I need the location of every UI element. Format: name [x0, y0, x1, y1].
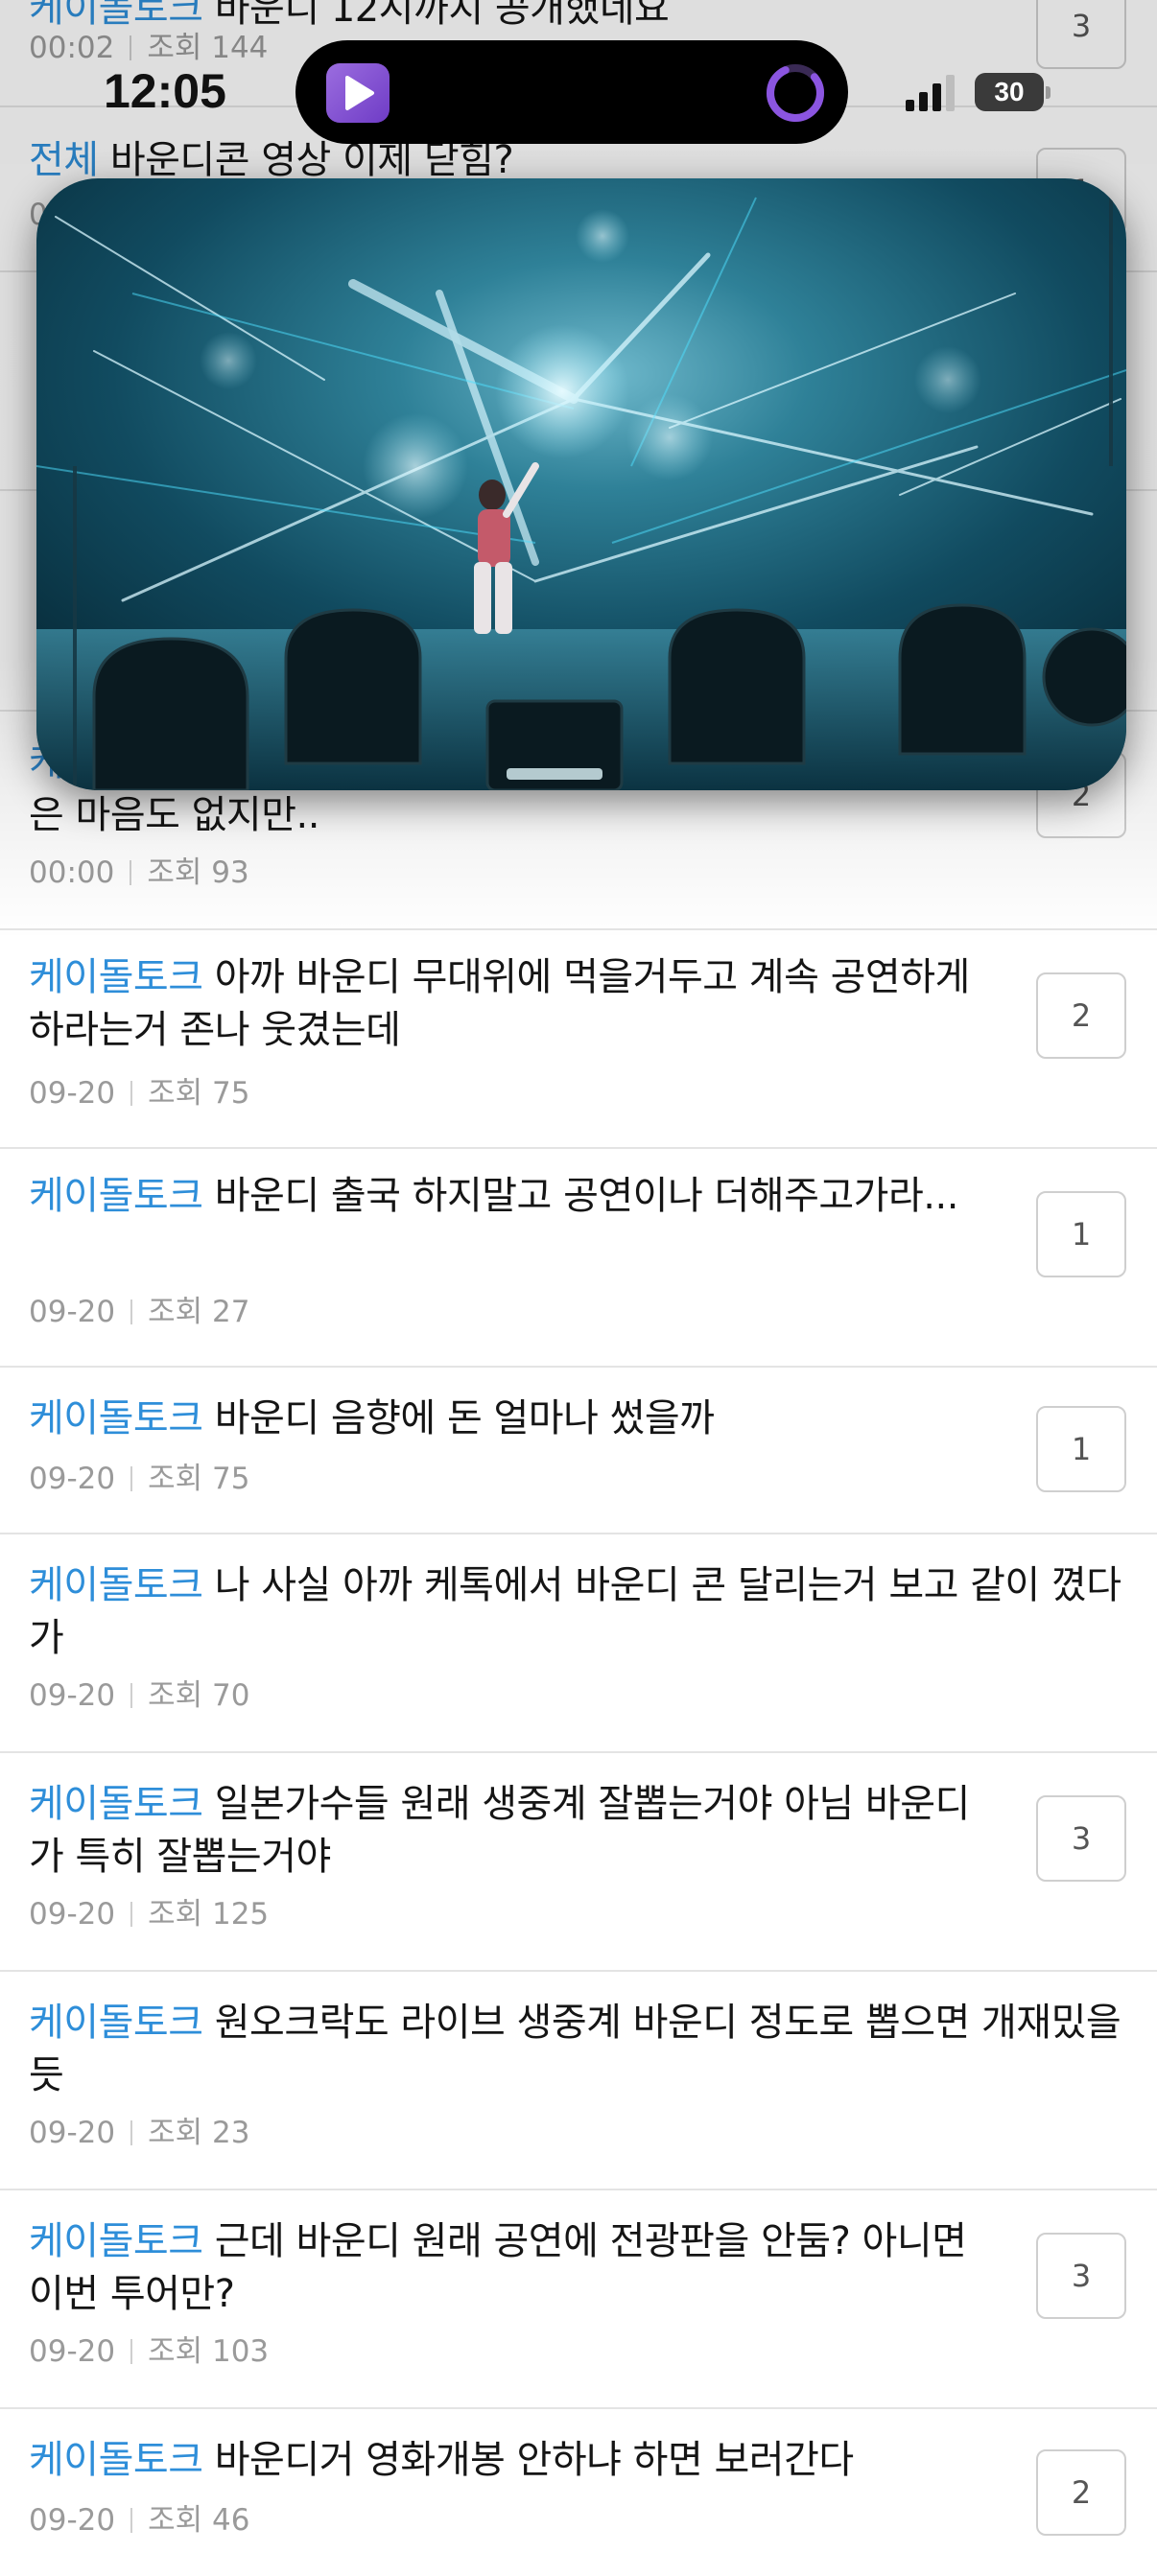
post-views: 조회 93: [147, 855, 249, 890]
post-title[interactable]: 케이돌토크 바운디거 영화개봉 안하냐 하면 보러간다: [29, 2434, 998, 2487]
meta-divider: [130, 860, 132, 885]
post-meta: 09-20 조회 70: [29, 1676, 249, 1715]
post-date: 09-20: [29, 1897, 116, 1932]
post-views: 조회 27: [148, 1295, 250, 1329]
post-meta: 09-20 조회 75: [29, 1460, 249, 1498]
post-title[interactable]: 케이돌토크 바운디 출국 하지말고 공연이나 더해주고가라...: [29, 1170, 998, 1223]
list-item[interactable]: 케이돌토크 근데 바운디 원래 공연에 전광판을 안둠? 아니면 이번 투어만?…: [0, 2190, 1157, 2409]
post-category[interactable]: 케이돌토크: [29, 1396, 203, 1440]
post-views: 조회 75: [148, 1076, 250, 1111]
cellular-signal-icon: [906, 75, 955, 111]
post-category[interactable]: 케이돌토크: [29, 2438, 203, 2482]
list-item[interactable]: 케이돌토크 아까 바운디 무대위에 먹을거두고 계속 공연하게 하라는거 존나 …: [0, 930, 1157, 1149]
post-date: 09-20: [29, 2503, 116, 2538]
post-meta: 00:00 조회 93: [29, 854, 249, 892]
post-date: 00:00: [29, 855, 115, 890]
meta-divider: [130, 2339, 133, 2364]
post-title-text: 바운디거 영화개봉 안하냐 하면 보러간다: [214, 2438, 854, 2482]
post-views: 조회 103: [148, 2334, 270, 2369]
post-date: 09-20: [29, 1678, 116, 1713]
clock: 12:05: [104, 64, 226, 118]
list-item[interactable]: 케이돌토크 나 사실 아까 케톡에서 바운디 콘 달리는거 보고 같이 꼈다가 …: [0, 1534, 1157, 1753]
post-title[interactable]: 케이돌토크 아까 바운디 무대위에 먹을거두고 계속 공연하게 하라는거 존나 …: [29, 951, 998, 1057]
post-title[interactable]: 케이돌토크 근데 바운디 원래 공연에 전광판을 안둠? 아니면 이번 투어만?: [29, 2215, 998, 2321]
post-meta: 09-20 조회 103: [29, 2332, 269, 2371]
list-item[interactable]: 케이돌토크 바운디 음향에 돈 얼마나 썼을까 09-20 조회 75 1: [0, 1368, 1157, 1534]
post-views: 조회 70: [148, 1678, 250, 1713]
post-category[interactable]: 케이돌토크: [29, 2001, 203, 2045]
post-date: 09-20: [29, 1076, 116, 1111]
meta-divider: [130, 1466, 133, 1491]
comment-count[interactable]: 1: [1036, 1406, 1126, 1492]
post-title[interactable]: 케이돌토크 일본가수들 원래 생중계 잘뽑는거야 아님 바운디가 특히 잘뽑는거…: [29, 1778, 998, 1884]
progress-ring-icon: [767, 64, 824, 122]
status-bar: 12:05 30: [0, 0, 1157, 144]
battery-tip: [1046, 86, 1051, 99]
post-date: 09-20: [29, 2334, 116, 2369]
post-title-text: 바운디 출국 하지말고 공연이나 더해주고가라...: [214, 1174, 959, 1218]
comment-count[interactable]: 1: [1036, 1191, 1126, 1277]
battery-icon: 30: [975, 73, 1044, 111]
comment-count[interactable]: 3: [1036, 1795, 1126, 1882]
meta-divider: [130, 1683, 133, 1708]
post-date: 09-20: [29, 1295, 116, 1329]
post-meta: 09-20 조회 75: [29, 1074, 249, 1112]
post-views: 조회 75: [148, 1462, 250, 1496]
list-item[interactable]: 케이돌토크 바운디거 영화개봉 안하냐 하면 보러간다 09-20 조회 46 2: [0, 2409, 1157, 2576]
post-meta: 09-20 조회 23: [29, 2114, 249, 2152]
meta-divider: [130, 1902, 133, 1927]
meta-divider: [130, 2508, 133, 2533]
concert-stage-video[interactable]: [36, 178, 1126, 790]
meta-divider: [130, 2120, 133, 2145]
post-title-text: 은 마음도 없지만..: [29, 793, 319, 837]
post-views: 조회 23: [148, 2116, 250, 2150]
post-meta: 09-20 조회 27: [29, 1293, 249, 1331]
post-title[interactable]: 케이돌토크 원오크락도 라이브 생중계 바운디 정도로 뽑으면 개재밌을듯: [29, 1997, 1132, 2102]
post-views: 조회 46: [148, 2503, 250, 2538]
post-title-text: 바운디콘 영상 이제 닫힘?: [109, 138, 514, 182]
comment-count[interactable]: 2: [1036, 2449, 1126, 2536]
post-title[interactable]: 케이돌토크 나 사실 아까 케톡에서 바운디 콘 달리는거 보고 같이 꼈다가: [29, 1559, 1132, 1665]
play-icon[interactable]: [326, 63, 390, 123]
dynamic-island[interactable]: [295, 40, 848, 144]
list-item[interactable]: 케이돌토크 바운디 출국 하지말고 공연이나 더해주고가라... 09-20 조회…: [0, 1149, 1157, 1368]
post-category[interactable]: 케이돌토크: [29, 1563, 203, 1607]
post-meta: 09-20 조회 125: [29, 1895, 269, 1933]
post-date: 09-20: [29, 2116, 116, 2150]
meta-divider: [130, 1081, 133, 1106]
post-category[interactable]: 케이돌토크: [29, 1782, 203, 1826]
post-category[interactable]: 케이돌토크: [29, 955, 203, 999]
post-category[interactable]: 케이돌토크: [29, 2219, 203, 2263]
post-title-text: 바운디 음향에 돈 얼마나 썼을까: [214, 1396, 715, 1440]
post-category[interactable]: 케이돌토크: [29, 1174, 203, 1218]
post-views: 조회 125: [148, 1897, 270, 1932]
post-title[interactable]: 케이돌토크 바운디 음향에 돈 얼마나 썼을까: [29, 1393, 998, 1445]
post-meta: 09-20 조회 46: [29, 2501, 249, 2540]
list-item[interactable]: 케이돌토크 일본가수들 원래 생중계 잘뽑는거야 아님 바운디가 특히 잘뽑는거…: [0, 1753, 1157, 1972]
list-item[interactable]: 케이돌토크 원오크락도 라이브 생중계 바운디 정도로 뽑으면 개재밌을듯 09…: [0, 1972, 1157, 2190]
meta-divider: [130, 1300, 133, 1324]
comment-count[interactable]: 2: [1036, 972, 1126, 1059]
post-date: 09-20: [29, 1462, 116, 1496]
comment-count[interactable]: 3: [1036, 2233, 1126, 2319]
post-category[interactable]: 전체: [29, 138, 99, 182]
pip-video-player[interactable]: [36, 178, 1126, 790]
